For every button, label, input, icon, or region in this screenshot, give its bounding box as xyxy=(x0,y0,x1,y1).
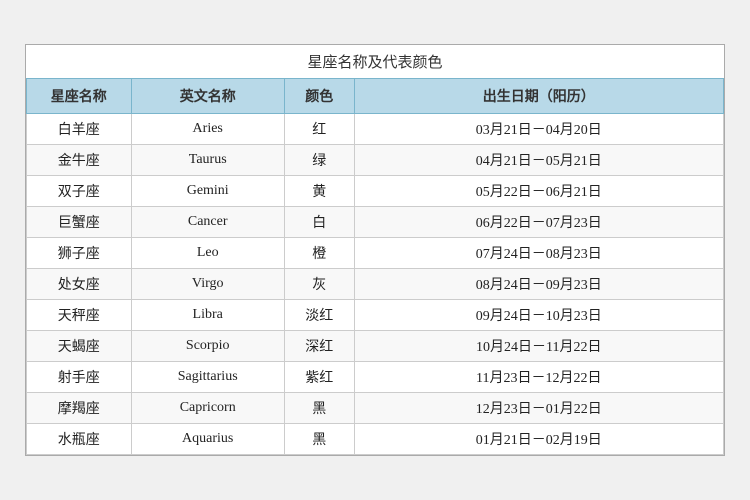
table-row: 白羊座Aries红03月21日－04月20日 xyxy=(27,114,724,145)
table-row: 水瓶座Aquarius黑01月21日－02月19日 xyxy=(27,424,724,455)
cell-zh: 处女座 xyxy=(27,269,132,300)
cell-zh: 狮子座 xyxy=(27,238,132,269)
cell-color: 黑 xyxy=(284,393,354,424)
cell-en: Virgo xyxy=(131,269,284,300)
cell-zh: 巨蟹座 xyxy=(27,207,132,238)
cell-color: 橙 xyxy=(284,238,354,269)
table-row: 金牛座Taurus绿04月21日－05月21日 xyxy=(27,145,724,176)
cell-color: 灰 xyxy=(284,269,354,300)
cell-zh: 射手座 xyxy=(27,362,132,393)
table-row: 天秤座Libra淡红09月24日－10月23日 xyxy=(27,300,724,331)
cell-en: Scorpio xyxy=(131,331,284,362)
cell-zh: 金牛座 xyxy=(27,145,132,176)
cell-date: 01月21日－02月19日 xyxy=(354,424,723,455)
cell-en: Taurus xyxy=(131,145,284,176)
cell-en: Libra xyxy=(131,300,284,331)
header-en: 英文名称 xyxy=(131,79,284,114)
cell-zh: 白羊座 xyxy=(27,114,132,145)
table-body: 白羊座Aries红03月21日－04月20日金牛座Taurus绿04月21日－0… xyxy=(27,114,724,455)
cell-date: 09月24日－10月23日 xyxy=(354,300,723,331)
cell-zh: 水瓶座 xyxy=(27,424,132,455)
cell-en: Aquarius xyxy=(131,424,284,455)
page-title: 星座名称及代表颜色 xyxy=(26,45,724,78)
cell-color: 红 xyxy=(284,114,354,145)
table-row: 狮子座Leo橙07月24日－08月23日 xyxy=(27,238,724,269)
cell-color: 紫红 xyxy=(284,362,354,393)
cell-color: 绿 xyxy=(284,145,354,176)
cell-date: 05月22日－06月21日 xyxy=(354,176,723,207)
cell-en: Leo xyxy=(131,238,284,269)
table-row: 摩羯座Capricorn黑12月23日－01月22日 xyxy=(27,393,724,424)
table-row: 双子座Gemini黄05月22日－06月21日 xyxy=(27,176,724,207)
cell-date: 04月21日－05月21日 xyxy=(354,145,723,176)
zodiac-table: 星座名称 英文名称 颜色 出生日期（阳历） 白羊座Aries红03月21日－04… xyxy=(26,78,724,455)
cell-color: 黑 xyxy=(284,424,354,455)
table-row: 射手座Sagittarius紫红11月23日－12月22日 xyxy=(27,362,724,393)
cell-date: 10月24日－11月22日 xyxy=(354,331,723,362)
table-row: 天蝎座Scorpio深红10月24日－11月22日 xyxy=(27,331,724,362)
cell-zh: 天蝎座 xyxy=(27,331,132,362)
cell-date: 06月22日－07月23日 xyxy=(354,207,723,238)
cell-zh: 双子座 xyxy=(27,176,132,207)
header-color: 颜色 xyxy=(284,79,354,114)
cell-en: Gemini xyxy=(131,176,284,207)
cell-zh: 摩羯座 xyxy=(27,393,132,424)
cell-date: 07月24日－08月23日 xyxy=(354,238,723,269)
header-zh: 星座名称 xyxy=(27,79,132,114)
cell-en: Capricorn xyxy=(131,393,284,424)
cell-date: 11月23日－12月22日 xyxy=(354,362,723,393)
table-row: 处女座Virgo灰08月24日－09月23日 xyxy=(27,269,724,300)
cell-date: 08月24日－09月23日 xyxy=(354,269,723,300)
cell-color: 黄 xyxy=(284,176,354,207)
cell-en: Cancer xyxy=(131,207,284,238)
cell-color: 淡红 xyxy=(284,300,354,331)
main-container: 星座名称及代表颜色 星座名称 英文名称 颜色 出生日期（阳历） 白羊座Aries… xyxy=(25,44,725,456)
cell-color: 深红 xyxy=(284,331,354,362)
cell-date: 12月23日－01月22日 xyxy=(354,393,723,424)
cell-en: Sagittarius xyxy=(131,362,284,393)
cell-zh: 天秤座 xyxy=(27,300,132,331)
header-date: 出生日期（阳历） xyxy=(354,79,723,114)
cell-date: 03月21日－04月20日 xyxy=(354,114,723,145)
cell-color: 白 xyxy=(284,207,354,238)
table-header-row: 星座名称 英文名称 颜色 出生日期（阳历） xyxy=(27,79,724,114)
cell-en: Aries xyxy=(131,114,284,145)
table-row: 巨蟹座Cancer白06月22日－07月23日 xyxy=(27,207,724,238)
